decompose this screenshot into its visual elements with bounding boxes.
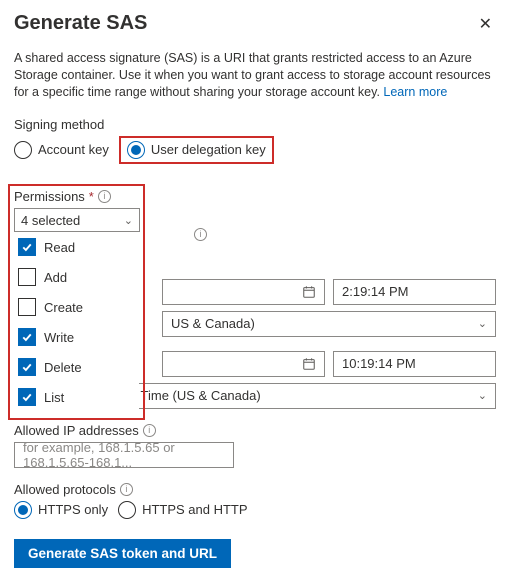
radio-account-key-label: Account key xyxy=(38,142,109,157)
permission-option[interactable]: Read xyxy=(14,232,139,262)
generate-button[interactable]: Generate SAS token and URL xyxy=(14,539,231,568)
permission-option[interactable]: Create xyxy=(14,292,139,322)
ip-section: Allowed IP addresses i for example, 168.… xyxy=(14,423,496,468)
start-date-input[interactable] xyxy=(162,279,325,305)
start-timezone-select[interactable]: US & Canada) ⌄ xyxy=(162,311,496,337)
radio-on-icon xyxy=(127,141,145,159)
chevron-down-icon: ⌄ xyxy=(124,214,133,227)
permission-option-label: Add xyxy=(44,270,67,285)
start-timezone-value: US & Canada) xyxy=(171,316,255,331)
expiry-date-input[interactable] xyxy=(162,351,325,377)
radio-off-icon xyxy=(118,501,136,519)
permission-option-label: Write xyxy=(44,330,74,345)
checkbox-checked-icon xyxy=(18,328,36,346)
permissions-highlight: Permissions * i 4 selected ⌄ Read Add Crea… xyxy=(8,184,145,420)
radio-https-only[interactable]: HTTPS only xyxy=(14,501,108,519)
start-time-input[interactable]: 2:19:14 PM xyxy=(333,279,496,305)
signing-method-label: Signing method xyxy=(14,117,496,132)
page-title: Generate SAS xyxy=(14,12,147,35)
chevron-down-icon: ⌄ xyxy=(478,317,487,330)
radio-https-only-label: HTTPS only xyxy=(38,502,108,517)
radio-user-delegation-label: User delegation key xyxy=(151,142,266,157)
permission-option-label: Delete xyxy=(44,360,82,375)
checkbox-checked-icon xyxy=(18,238,36,256)
radio-user-delegation[interactable]: User delegation key xyxy=(127,141,266,159)
info-icon[interactable]: i xyxy=(98,190,111,203)
radio-https-and-http[interactable]: HTTPS and HTTP xyxy=(118,501,247,519)
info-icon[interactable]: i xyxy=(143,424,156,437)
start-info-row: i xyxy=(194,228,496,241)
protocols-section: Allowed protocols i HTTPS only HTTPS and… xyxy=(14,482,496,519)
radio-on-icon xyxy=(14,501,32,519)
expiry-time-input[interactable]: 10:19:14 PM xyxy=(333,351,496,377)
checkbox-checked-icon xyxy=(18,358,36,376)
permission-option[interactable]: List xyxy=(14,382,139,412)
protocols-label: Allowed protocols i xyxy=(14,482,496,497)
permission-option-label: Read xyxy=(44,240,75,255)
info-icon[interactable]: i xyxy=(194,228,207,241)
permission-option-label: Create xyxy=(44,300,83,315)
ip-input[interactable]: for example, 168.1.5.65 or 168.1.5.65-16… xyxy=(14,442,234,468)
chevron-down-icon: ⌄ xyxy=(478,389,487,402)
permission-option[interactable]: Add xyxy=(14,262,139,292)
permission-option-label: List xyxy=(44,390,64,405)
permission-option[interactable]: Write xyxy=(14,322,139,352)
calendar-icon xyxy=(302,285,316,299)
radio-https-and-http-label: HTTPS and HTTP xyxy=(142,502,247,517)
close-icon[interactable]: ✕ xyxy=(475,12,496,36)
checkbox-checked-icon xyxy=(18,388,36,406)
radio-account-key[interactable]: Account key xyxy=(14,141,109,159)
checkbox-unchecked-icon xyxy=(18,268,36,286)
permissions-summary: 4 selected xyxy=(21,213,80,228)
permissions-dropdown[interactable]: 4 selected ⌄ xyxy=(14,208,140,232)
permission-option[interactable]: Delete xyxy=(14,352,139,382)
calendar-icon xyxy=(302,357,316,371)
required-asterisk: * xyxy=(89,189,94,204)
permissions-list: Read Add Create Write Delete List xyxy=(14,232,139,412)
ip-label: Allowed IP addresses i xyxy=(14,423,496,438)
radio-user-delegation-highlight: User delegation key xyxy=(119,136,274,164)
description-text: A shared access signature (SAS) is a URI… xyxy=(14,50,496,101)
radio-off-icon xyxy=(14,141,32,159)
info-icon[interactable]: i xyxy=(120,483,133,496)
permissions-label: Permissions * i xyxy=(14,189,139,204)
learn-more-link[interactable]: Learn more xyxy=(383,85,447,99)
checkbox-unchecked-icon xyxy=(18,298,36,316)
